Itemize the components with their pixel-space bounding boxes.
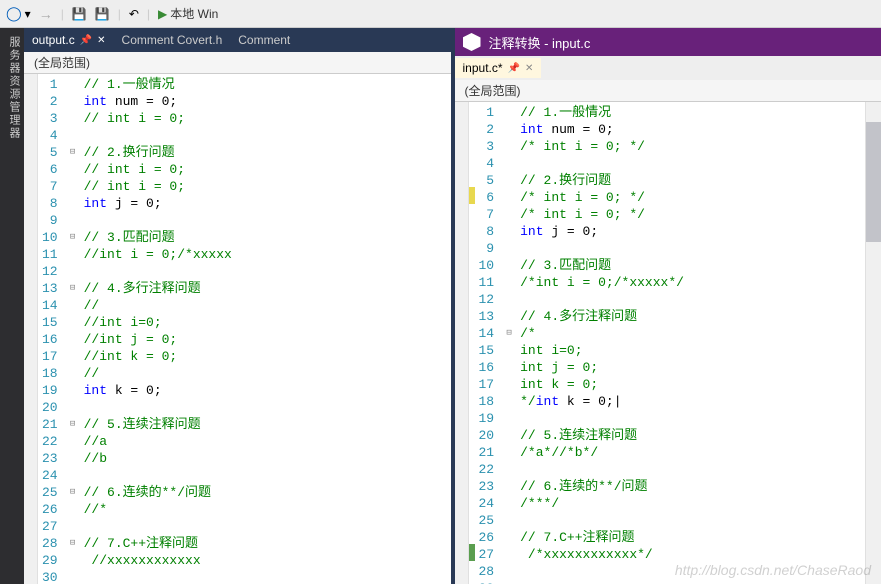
scroll-thumb[interactable] bbox=[866, 122, 881, 242]
tab-input-c[interactable]: input.c* 📌 ✕ bbox=[455, 58, 542, 78]
right-editor-pane: 注释转换 - input.c input.c* 📌 ✕ (全局范围) 12345… bbox=[455, 28, 881, 584]
line-numbers: 1234567891011121314151617181920212223242… bbox=[38, 74, 66, 584]
title-bar: 注释转换 - input.c bbox=[455, 28, 881, 56]
left-tab-bar: output.c 📌 ✕ Comment Covert.h Comment bbox=[24, 28, 451, 52]
tab-label: output.c bbox=[32, 33, 75, 47]
tab-label: Comment bbox=[238, 33, 290, 47]
code-content[interactable]: // 1.一般情况int num = 0;// int i = 0; // 2.… bbox=[80, 74, 451, 584]
nav-back-button[interactable]: ◯▾ bbox=[6, 5, 31, 22]
code-content[interactable]: // 1.一般情况int num = 0;/* int i = 0; */ //… bbox=[516, 102, 865, 584]
pin-icon[interactable]: 📌 bbox=[508, 63, 520, 74]
right-code-editor[interactable]: 1234567891011121314151617181920212223242… bbox=[455, 102, 881, 584]
sidebar-tab-server-explorer[interactable]: 服务器资源管理器 bbox=[6, 36, 22, 576]
left-code-editor[interactable]: 1234567891011121314151617181920212223242… bbox=[24, 74, 451, 584]
fold-column: ⊟ bbox=[502, 102, 516, 584]
save-all-button[interactable]: 💾 bbox=[72, 7, 87, 21]
line-numbers: 1234567891011121314151617181920212223242… bbox=[475, 102, 503, 584]
run-button[interactable]: ▶本地 Win bbox=[158, 5, 218, 22]
watermark: http://blog.csdn.net/ChaseRaod bbox=[675, 562, 871, 578]
right-tab-bar: input.c* 📌 ✕ bbox=[455, 56, 881, 80]
tab-comment-covert-h[interactable]: Comment Covert.h bbox=[114, 30, 231, 50]
scrollbar[interactable] bbox=[865, 102, 881, 584]
save-button[interactable]: 💾 bbox=[95, 7, 110, 21]
separator: | bbox=[118, 7, 121, 21]
fold-column: ⊟⊟⊟⊟⊟⊟ bbox=[66, 74, 80, 584]
tab-comment[interactable]: Comment bbox=[230, 30, 298, 50]
window-title: 注释转换 - input.c bbox=[489, 33, 591, 52]
left-editor-pane: output.c 📌 ✕ Comment Covert.h Comment (全… bbox=[24, 28, 455, 584]
vs-logo-icon bbox=[463, 33, 481, 51]
gutter bbox=[455, 102, 469, 584]
scope-dropdown[interactable]: (全局范围) bbox=[24, 52, 451, 74]
tab-label: input.c* bbox=[463, 61, 503, 75]
close-icon[interactable]: ✕ bbox=[525, 63, 533, 74]
separator: | bbox=[61, 7, 64, 21]
main-toolbar: ◯▾ → | 💾 💾 | ↶ | ▶本地 Win bbox=[0, 0, 881, 28]
pin-icon[interactable]: 📌 bbox=[80, 35, 92, 46]
nav-forward-button[interactable]: → bbox=[39, 6, 53, 22]
gutter bbox=[24, 74, 38, 584]
close-icon[interactable]: ✕ bbox=[97, 35, 105, 46]
undo-button[interactable]: ↶ bbox=[129, 7, 139, 21]
tab-output-c[interactable]: output.c 📌 ✕ bbox=[24, 30, 114, 50]
left-sidebar: 服务器资源管理器 工具箱 bbox=[0, 28, 24, 584]
scope-dropdown[interactable]: (全局范围) bbox=[455, 80, 881, 102]
separator: | bbox=[147, 7, 150, 21]
tab-label: Comment Covert.h bbox=[122, 33, 223, 47]
